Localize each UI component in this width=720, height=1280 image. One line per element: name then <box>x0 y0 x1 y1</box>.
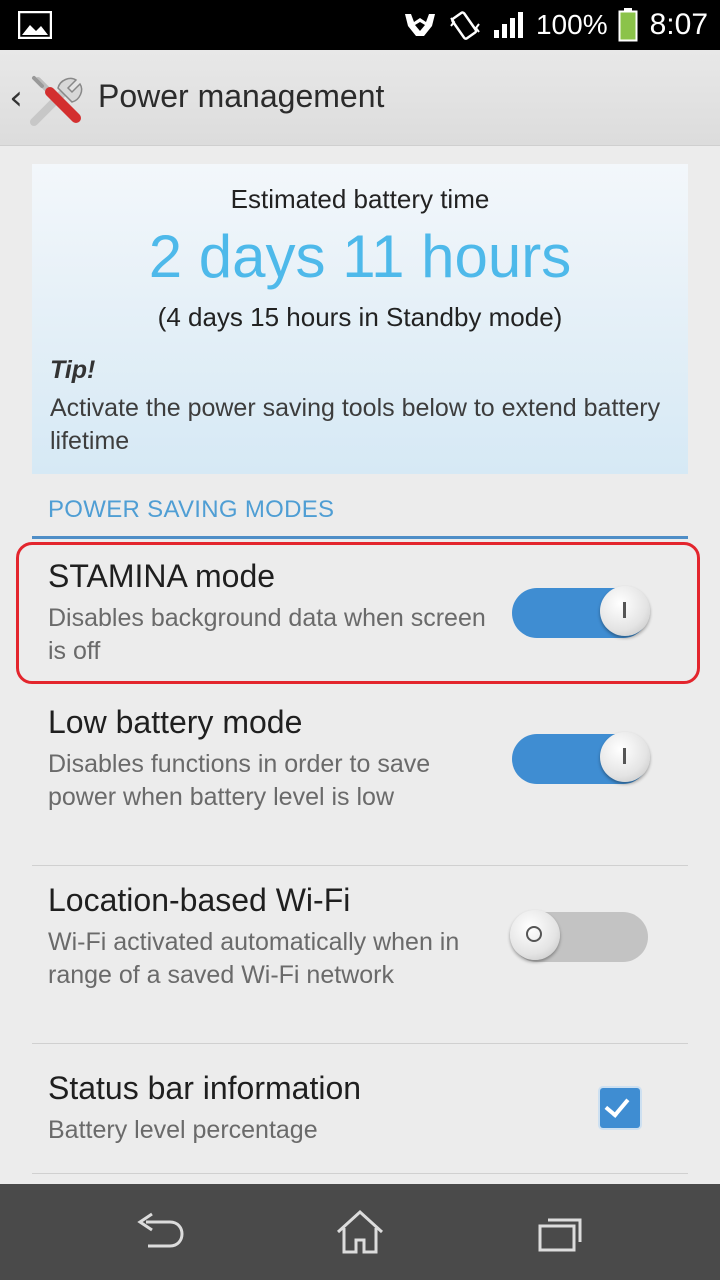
section-divider <box>32 536 688 539</box>
toggle-knob <box>510 910 560 960</box>
row-divider <box>32 1043 688 1044</box>
home-icon[interactable] <box>330 1208 390 1256</box>
clock: 8:07 <box>649 8 708 41</box>
setting-status-bar-info[interactable]: Status bar information Battery level per… <box>32 1070 688 1174</box>
setting-subtitle: Disables functions in order to save powe… <box>48 750 431 811</box>
standby-estimate: (4 days 15 hours in Standby mode) <box>157 302 563 332</box>
battery-estimate: 2 days 11 hours <box>148 223 572 290</box>
back-chevron-icon[interactable]: ‹ <box>4 74 28 122</box>
low-battery-mode-toggle[interactable] <box>512 732 650 784</box>
highlight-outline <box>16 542 700 684</box>
tip-text: Activate the power saving tools below to… <box>50 394 661 455</box>
settings-content[interactable]: Estimated battery time 2 days 11 hours (… <box>0 146 720 1184</box>
status-bar: 100% 8:07 <box>0 0 720 50</box>
battery-estimate-card: Estimated battery time 2 days 11 hours (… <box>32 164 688 474</box>
status-bar-info-checkbox[interactable] <box>600 1088 640 1128</box>
section-header: POWER SAVING MODES <box>48 496 335 523</box>
recents-icon[interactable] <box>530 1208 590 1256</box>
image-icon <box>18 11 52 39</box>
setting-title: Status bar information <box>48 1070 362 1106</box>
estimate-label: Estimated battery time <box>230 184 490 214</box>
toggle-knob <box>600 732 650 782</box>
tools-icon[interactable] <box>28 72 86 130</box>
battery-icon <box>618 8 638 42</box>
navigation-bar <box>0 1184 720 1280</box>
setting-low-battery-mode[interactable]: Low battery mode Disables functions in o… <box>32 704 688 866</box>
setting-subtitle: Battery level percentage <box>48 1116 318 1144</box>
setting-subtitle: Wi-Fi activated automatically when in ra… <box>48 928 460 989</box>
checkmark-icon <box>604 1092 630 1118</box>
tip-title: Tip! <box>50 356 96 384</box>
vibrate-icon <box>450 11 480 40</box>
back-icon[interactable] <box>130 1208 190 1256</box>
battery-percent: 100% <box>535 9 608 40</box>
action-bar: ‹ Power management <box>0 50 720 146</box>
row-divider <box>32 1173 688 1174</box>
location-wifi-toggle[interactable] <box>510 910 648 962</box>
setting-title: Low battery mode <box>48 704 303 740</box>
setting-title: Location-based Wi-Fi <box>48 882 351 918</box>
signal-icon <box>493 12 523 38</box>
handshake-icon <box>404 14 435 36</box>
page-title: Power management <box>98 78 385 114</box>
row-divider <box>32 865 688 866</box>
setting-location-wifi[interactable]: Location-based Wi-Fi Wi-Fi activated aut… <box>32 882 688 1044</box>
